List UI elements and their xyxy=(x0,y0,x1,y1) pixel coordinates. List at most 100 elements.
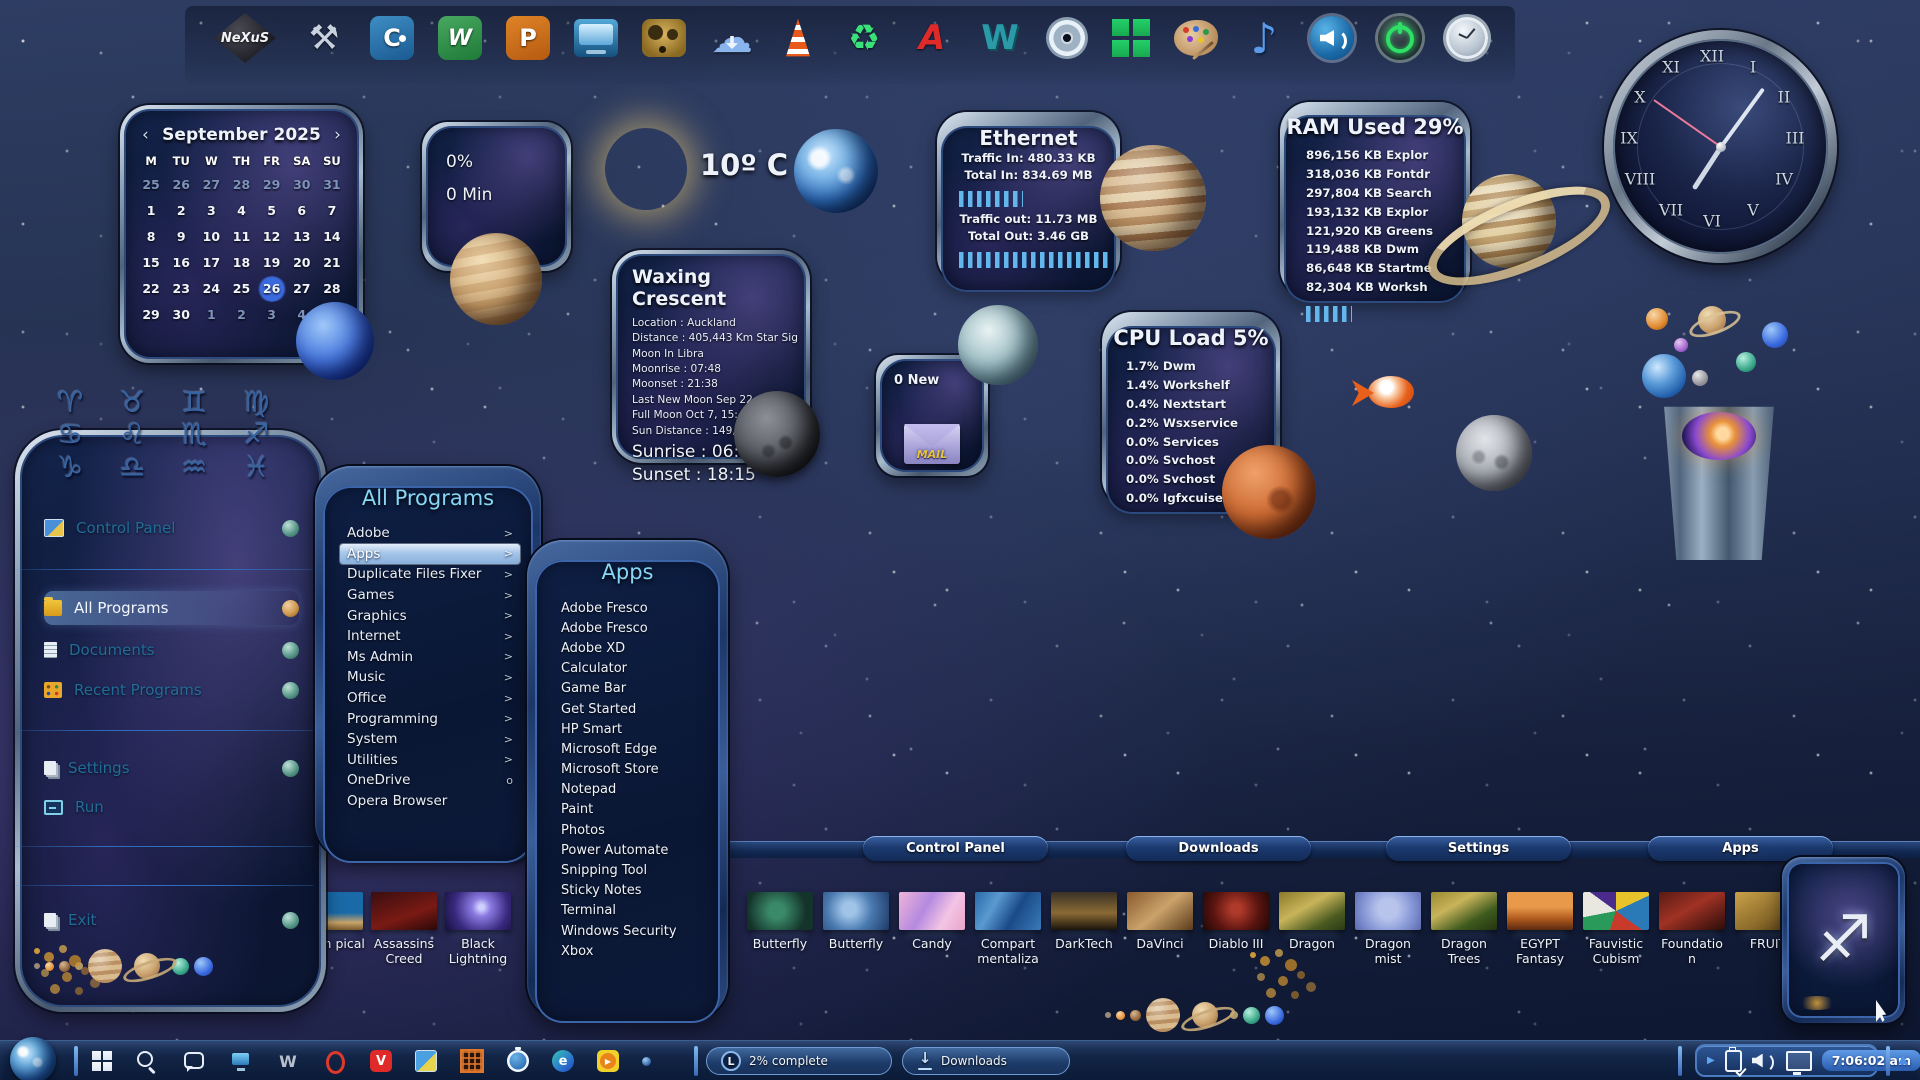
calendar-day[interactable]: 25 xyxy=(136,172,166,198)
menu-item-recent-programs[interactable]: Recent Programs xyxy=(44,673,299,707)
calendar-prev-button[interactable]: ‹ xyxy=(142,125,149,145)
tray-expand-icon[interactable]: ▶ xyxy=(1707,1055,1715,1066)
usb-device-icon[interactable] xyxy=(1725,1050,1742,1072)
calendar-day[interactable]: 27 xyxy=(287,276,317,302)
program-item-ms-admin[interactable]: Ms Admin > xyxy=(340,647,520,668)
app-menu-item[interactable]: Xbox xyxy=(561,941,706,961)
taskbar-opera-icon[interactable] xyxy=(323,1049,347,1073)
calendar-day[interactable]: 30 xyxy=(287,172,317,198)
wallpaper-fauvistic-cubism[interactable]: Fauvistic Cubism xyxy=(1580,892,1652,967)
calendar-day[interactable]: 5 xyxy=(257,198,287,224)
app-menu-item[interactable]: Adobe XD xyxy=(561,638,706,658)
program-item-apps[interactable]: Apps > xyxy=(340,544,520,565)
calendar-day[interactable]: 14 xyxy=(317,224,347,250)
calendar-day[interactable]: 4 xyxy=(226,198,256,224)
wallpaper-butterfly[interactable]: Butterfly xyxy=(744,892,816,967)
app-menu-item[interactable]: Notepad xyxy=(561,780,706,800)
calendar-day[interactable]: 3 xyxy=(257,302,287,328)
app-menu-item[interactable]: Sticky Notes xyxy=(561,881,706,901)
program-item-games[interactable]: Games > xyxy=(340,585,520,606)
tray-up-arrow[interactable]: ▲ xyxy=(1898,1052,1908,1067)
taskbar-chat-icon[interactable] xyxy=(182,1049,206,1073)
calendar-day[interactable]: 6 xyxy=(287,198,317,224)
program-item-onedrive[interactable]: OneDrive o xyxy=(340,770,520,791)
program-item-graphics[interactable]: Graphics > xyxy=(340,605,520,626)
menu-item-documents[interactable]: Documents xyxy=(44,633,299,667)
taskbar-dot-icon[interactable] xyxy=(642,1057,651,1066)
taskbar-timer-icon[interactable] xyxy=(507,1050,529,1072)
calendar-day[interactable]: 8 xyxy=(136,224,166,250)
calendar-day[interactable]: 2 xyxy=(226,302,256,328)
wallpaper-davinci[interactable]: DaVinci xyxy=(1124,892,1196,967)
menu-item-control-panel[interactable]: Control Panel xyxy=(44,511,299,545)
calendar-day[interactable]: 23 xyxy=(166,276,196,302)
menu-item-exit[interactable]: Exit xyxy=(44,903,299,937)
downloads-task-button[interactable]: ↓ Downloads xyxy=(902,1047,1070,1075)
wondershare-icon[interactable]: W xyxy=(438,16,482,60)
shelf-tab[interactable]: Downloads xyxy=(1126,836,1311,861)
calendar-day[interactable]: 29 xyxy=(257,172,287,198)
app-menu-item[interactable]: Snipping Tool xyxy=(561,860,706,880)
app-menu-item[interactable]: Get Started xyxy=(561,699,706,719)
app-menu-item[interactable]: Terminal xyxy=(561,901,706,921)
calendar-day[interactable]: 17 xyxy=(196,250,226,276)
calendar-day[interactable]: 19 xyxy=(257,250,287,276)
app-menu-item[interactable]: Calculator xyxy=(561,659,706,679)
word-icon[interactable]: W xyxy=(978,16,1022,60)
calendar-day[interactable]: 2 xyxy=(166,198,196,224)
calendar-day[interactable]: 11 xyxy=(226,224,256,250)
wallpaper-assassins-creed[interactable]: Assassins Creed xyxy=(368,892,440,967)
power-icon[interactable] xyxy=(1378,16,1422,60)
calendar-day[interactable]: 29 xyxy=(136,302,166,328)
program-item-utilities[interactable]: Utilities > xyxy=(340,750,520,771)
alarm-clock-icon[interactable] xyxy=(1446,17,1488,59)
menu-item-settings[interactable]: Settings xyxy=(44,751,299,785)
calendar-day[interactable]: 16 xyxy=(166,250,196,276)
program-item-office[interactable]: Office > xyxy=(340,688,520,709)
cubase-icon[interactable]: C xyxy=(370,16,414,60)
app-menu-item[interactable]: Game Bar xyxy=(561,679,706,699)
display-settings-icon[interactable] xyxy=(574,19,618,57)
taskbar-grid-app-icon[interactable] xyxy=(460,1049,484,1073)
app-menu-item[interactable]: Paint xyxy=(561,800,706,820)
calendar-day[interactable]: 12 xyxy=(257,224,287,250)
wallpaper-candy[interactable]: Candy xyxy=(896,892,968,967)
calendar-day[interactable]: 26 xyxy=(257,276,287,302)
app-menu-item[interactable]: Adobe Fresco xyxy=(561,598,706,618)
wallpaper-dragon[interactable]: Dragon xyxy=(1276,892,1348,967)
taskbar-windows-icon[interactable] xyxy=(92,1051,112,1071)
calendar-day[interactable]: 10 xyxy=(196,224,226,250)
calendar-day[interactable]: 28 xyxy=(317,276,347,302)
taskbar-w-icon[interactable]: W xyxy=(276,1049,300,1073)
calendar-day[interactable]: 24 xyxy=(196,276,226,302)
menu-item-run[interactable]: Run xyxy=(44,790,299,824)
taskbar-media-play-icon[interactable]: ▶ xyxy=(597,1050,619,1072)
wallpaper-foundation[interactable]: Foundatio n xyxy=(1656,892,1728,967)
app-menu-item[interactable]: Windows Security xyxy=(561,921,706,941)
calendar-day[interactable]: 15 xyxy=(136,250,166,276)
mail-envelope-icon[interactable]: MAIL xyxy=(904,424,960,464)
paint-palette-icon[interactable] xyxy=(1174,20,1218,56)
calendar-day[interactable]: 28 xyxy=(226,172,256,198)
cloud-download-icon[interactable]: ☁ xyxy=(710,16,754,60)
calendar-day[interactable]: 1 xyxy=(136,198,166,224)
taskbar-search-icon[interactable] xyxy=(135,1049,159,1073)
tray-volume-icon[interactable] xyxy=(1752,1051,1776,1071)
calendar-day[interactable]: 7 xyxy=(317,198,347,224)
calendar-day[interactable]: 22 xyxy=(136,276,166,302)
taskbar-edge-icon[interactable]: e xyxy=(552,1050,574,1072)
wallpaper-dragon-mist[interactable]: Dragon mist xyxy=(1352,892,1424,967)
app-menu-item[interactable]: HP Smart xyxy=(561,719,706,739)
calendar-day[interactable]: 13 xyxy=(287,224,317,250)
winstep-tools-icon[interactable]: ⚒ xyxy=(302,16,346,60)
calendar-day[interactable]: 31 xyxy=(317,172,347,198)
taskbar-vivaldi-icon[interactable]: V xyxy=(370,1050,392,1072)
app-menu-item[interactable]: Adobe Fresco xyxy=(561,618,706,638)
tray-network-icon[interactable] xyxy=(1786,1051,1812,1071)
calendar-day[interactable]: 20 xyxy=(287,250,317,276)
acrobat-reader-icon[interactable]: A xyxy=(910,16,954,60)
calendar-next-button[interactable]: › xyxy=(334,125,341,145)
vlc-icon[interactable] xyxy=(778,18,818,58)
program-item-programming[interactable]: Programming > xyxy=(340,708,520,729)
dvd-disc-icon[interactable] xyxy=(1046,17,1088,59)
